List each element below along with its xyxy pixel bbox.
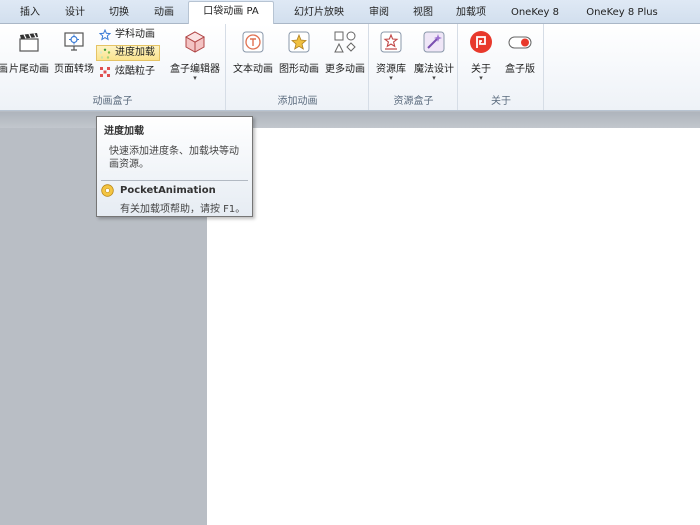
tooltip-help-text: 有关加载项帮助，请按 F1。 bbox=[120, 204, 246, 215]
page-transition-label: 页面转场 bbox=[54, 64, 94, 75]
particles-icon bbox=[100, 67, 110, 77]
tooltip-divider bbox=[101, 180, 248, 181]
tooltip-description: 快速添加进度条、加载块等动画资源。 bbox=[109, 146, 239, 170]
tooltip-title: 进度加载 bbox=[104, 126, 144, 137]
box-edition-button[interactable]: 盒子版 bbox=[500, 28, 540, 82]
loading-dots-icon bbox=[99, 48, 111, 59]
magic-wand-icon bbox=[423, 31, 445, 53]
more-shapes-icon bbox=[334, 31, 356, 53]
box-editor-dropdown-icon[interactable]: ▾ bbox=[165, 74, 225, 82]
cube-icon bbox=[184, 31, 206, 53]
shape-animation-button[interactable]: 图形动画 bbox=[276, 28, 322, 82]
cut-off-label: 画 bbox=[0, 64, 8, 75]
star-outline-icon bbox=[99, 29, 111, 41]
group-label-resource-box: 资源盒子 bbox=[393, 96, 434, 107]
clapperboard-icon bbox=[19, 33, 39, 52]
box-edition-label: 盒子版 bbox=[505, 64, 535, 75]
tab-addins[interactable]: 加载项 bbox=[448, 4, 494, 24]
tab-transitions[interactable]: 切换 bbox=[99, 4, 139, 24]
progress-loading-label: 进度加载 bbox=[115, 47, 155, 58]
shape-animation-icon bbox=[288, 31, 310, 53]
ending-animation-label: 片尾动画 bbox=[9, 64, 49, 75]
magic-design-label: 魔法设计 bbox=[414, 64, 454, 75]
cool-particles-button[interactable]: 炫酷粒子 bbox=[97, 64, 158, 80]
box-editor-button[interactable]: 盒子编辑器 ▾ bbox=[165, 28, 225, 82]
more-animation-button[interactable]: 更多动画 bbox=[322, 28, 368, 82]
about-dropdown-icon[interactable]: ▾ bbox=[462, 74, 500, 82]
tab-onekey8-plus[interactable]: OneKey 8 Plus bbox=[574, 4, 670, 24]
pocket-animation-logo-icon bbox=[470, 31, 492, 53]
resource-library-dropdown-icon[interactable]: ▾ bbox=[371, 74, 411, 82]
group-label-add-animation: 添加动画 bbox=[277, 96, 318, 107]
tooltip-help-title: PocketAnimation bbox=[120, 185, 216, 196]
subject-animation-label: 学科动画 bbox=[115, 29, 155, 40]
ribbon-tab-bar: 插入 设计 切换 动画 口袋动画 PA 幻灯片放映 审阅 视图 加载项 OneK… bbox=[0, 0, 700, 25]
tab-insert[interactable]: 插入 bbox=[10, 4, 50, 24]
group-label-about: 关于 bbox=[491, 96, 511, 107]
toggle-switch-icon bbox=[508, 36, 532, 49]
tab-onekey8[interactable]: OneKey 8 bbox=[502, 4, 568, 24]
tab-view[interactable]: 视图 bbox=[403, 4, 443, 24]
text-animation-icon bbox=[242, 31, 264, 53]
gear-icon bbox=[101, 184, 114, 197]
magic-design-button[interactable]: 魔法设计 ▾ bbox=[411, 28, 457, 82]
ribbon: 画 片尾动画 页面转场 学科动画 进度加载 炫酷粒子 盒子编辑器 ▾ 动画盒子 … bbox=[0, 24, 700, 111]
shape-animation-label: 图形动画 bbox=[279, 64, 319, 75]
cut-off-button[interactable]: 画 bbox=[0, 28, 8, 82]
subject-animation-button[interactable]: 学科动画 bbox=[97, 27, 158, 43]
group-about: 关于 ▾ 盒子版 关于 bbox=[459, 24, 544, 110]
text-animation-label: 文本动画 bbox=[233, 64, 273, 75]
about-button[interactable]: 关于 ▾ bbox=[462, 28, 500, 82]
tab-review[interactable]: 审阅 bbox=[359, 4, 399, 24]
tooltip: 进度加载 快速添加进度条、加载块等动画资源。 PocketAnimation 有… bbox=[96, 116, 253, 217]
tab-slideshow[interactable]: 幻灯片放映 bbox=[285, 4, 353, 24]
progress-loading-button[interactable]: 进度加载 bbox=[96, 45, 160, 61]
about-label: 关于 bbox=[471, 64, 491, 75]
text-animation-button[interactable]: 文本动画 bbox=[230, 28, 276, 82]
cool-particles-label: 炫酷粒子 bbox=[115, 66, 155, 77]
group-add-animation: 文本动画 图形动画 更多动画 添加动画 bbox=[227, 24, 369, 110]
page-transition-button[interactable]: 页面转场 bbox=[52, 28, 96, 82]
monitor-transition-icon bbox=[64, 32, 84, 51]
slide-canvas[interactable] bbox=[207, 128, 700, 525]
tab-design[interactable]: 设计 bbox=[55, 4, 95, 24]
more-animation-label: 更多动画 bbox=[325, 64, 365, 75]
resource-library-label: 资源库 bbox=[376, 64, 406, 75]
magic-design-dropdown-icon[interactable]: ▾ bbox=[411, 74, 457, 82]
resource-library-button[interactable]: 资源库 ▾ bbox=[371, 28, 411, 82]
tab-animations[interactable]: 动画 bbox=[144, 4, 184, 24]
tab-pocket-animation[interactable]: 口袋动画 PA bbox=[188, 1, 274, 25]
group-label-animation-box: 动画盒子 bbox=[92, 96, 133, 107]
group-animation-box: 画 片尾动画 页面转场 学科动画 进度加载 炫酷粒子 盒子编辑器 ▾ 动画盒子 bbox=[0, 24, 226, 110]
box-editor-label: 盒子编辑器 bbox=[170, 64, 220, 75]
resource-library-icon bbox=[380, 31, 402, 53]
group-resource-box: 资源库 ▾ 魔法设计 ▾ 资源盒子 bbox=[370, 24, 458, 110]
ending-animation-button[interactable]: 片尾动画 bbox=[8, 28, 50, 82]
